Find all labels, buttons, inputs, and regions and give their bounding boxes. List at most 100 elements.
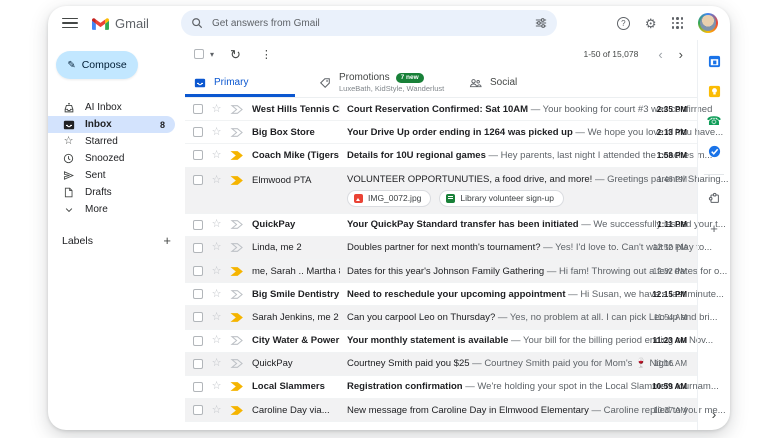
email-row[interactable]: ☆ Sarah Jenkins, me 2 Can you carpool Le… [185, 306, 697, 329]
star-icon[interactable]: ☆ [210, 175, 223, 186]
row-checkbox[interactable] [193, 175, 203, 185]
importance-marker[interactable] [230, 127, 245, 138]
email-row[interactable]: ☆ West Hills Tennis Club Court Reservati… [185, 98, 697, 121]
gear-icon[interactable]: ⚙ [645, 17, 657, 30]
email-row[interactable]: ☆ Coach Mike (Tigers SC) Details for 10U… [185, 144, 697, 167]
star-icon[interactable]: ☆ [210, 266, 223, 277]
importance-marker[interactable] [230, 150, 245, 161]
star-icon[interactable]: ☆ [210, 127, 223, 138]
star-icon[interactable]: ☆ [210, 104, 223, 115]
email-time: 12:15 PM [641, 290, 687, 299]
email-row[interactable]: ☆ me, Sarah .. Martha 8 Dates for this y… [185, 260, 697, 283]
row-checkbox[interactable] [193, 150, 203, 160]
older-page-chevron[interactable]: › [679, 48, 683, 61]
importance-marker[interactable] [230, 175, 245, 186]
tab-social[interactable]: Social [469, 68, 517, 97]
email-subject: Dates for this year's Johnson Family Gat… [347, 266, 544, 277]
email-row[interactable]: ☆ Linda, me 2 Doubles partner for next m… [185, 237, 697, 260]
row-checkbox[interactable] [193, 312, 203, 322]
email-list-pane: ▾ ↻ ⋮ 1-50 of 15,078 ‹ › Primary Promoti… [185, 40, 697, 430]
expand-chevron-icon[interactable]: › [698, 406, 730, 422]
apps-grid-icon[interactable] [672, 17, 684, 29]
star-icon[interactable]: ☆ [210, 242, 223, 253]
email-row[interactable]: ☆ QuickPay Your QuickPay Standard transf… [185, 214, 697, 237]
row-checkbox[interactable] [193, 220, 203, 230]
star-icon[interactable]: ☆ [210, 405, 223, 416]
importance-marker[interactable] [230, 358, 245, 369]
tune-icon[interactable] [535, 17, 547, 29]
select-caret-icon[interactable]: ▾ [210, 50, 214, 59]
row-checkbox[interactable] [193, 382, 203, 392]
importance-marker[interactable] [230, 242, 245, 253]
sidebar-item-drafts[interactable]: Drafts [48, 184, 175, 201]
help-icon[interactable]: ? [617, 17, 630, 30]
sidebar-item-more[interactable]: More [48, 201, 175, 218]
avatar[interactable] [698, 13, 718, 33]
email-row[interactable]: ☆ Big Smile Dentistry Need to reschedule… [185, 283, 697, 306]
topbar-actions: ? ⚙ [617, 13, 718, 33]
row-checkbox[interactable] [193, 359, 203, 369]
attachment-chip[interactable]: Library volunteer sign-up [439, 190, 564, 207]
pencil-icon: ✎ [67, 60, 75, 71]
add-label-button[interactable]: + [163, 234, 171, 247]
importance-marker[interactable] [230, 266, 245, 277]
importance-marker[interactable] [230, 104, 245, 115]
calendar-icon[interactable] [707, 54, 721, 68]
email-row[interactable]: ☆ Local Slammers Registration confirmati… [185, 376, 697, 399]
tag-icon [319, 77, 331, 89]
row-checkbox[interactable] [193, 127, 203, 137]
star-icon[interactable]: ☆ [210, 312, 223, 323]
tab-primary[interactable]: Primary [185, 68, 295, 97]
star-icon[interactable]: ☆ [210, 335, 223, 346]
row-checkbox[interactable] [193, 104, 203, 114]
more-vert-icon[interactable]: ⋮ [261, 48, 272, 61]
attachment-chip[interactable]: IMG_0072.jpg [347, 190, 431, 207]
newer-page-chevron[interactable]: ‹ [658, 48, 662, 61]
email-sender: Linda, me 2 [252, 242, 340, 253]
star-icon[interactable]: ☆ [210, 219, 223, 230]
sidebar-item-inbox[interactable]: Inbox 8 [48, 116, 175, 133]
voice-icon[interactable]: ☎ [707, 114, 721, 128]
refresh-icon[interactable]: ↻ [230, 48, 241, 61]
sidebar-item-starred[interactable]: ☆ Starred [48, 133, 175, 150]
row-checkbox[interactable] [193, 243, 203, 253]
importance-marker[interactable] [230, 335, 245, 346]
email-row[interactable]: ☆ QuickPay Courtney Smith paid you $25 —… [185, 353, 697, 376]
star-icon[interactable]: ☆ [210, 289, 223, 300]
email-subject: Doubles partner for next month's tournam… [347, 242, 541, 253]
addons-puzzle-icon[interactable] [707, 191, 721, 205]
row-checkbox[interactable] [193, 266, 203, 276]
email-time: 11:16 AM [641, 359, 687, 368]
email-row[interactable]: ☆ Caroline Day via... New message from C… [185, 399, 697, 422]
hamburger-icon[interactable] [62, 18, 78, 29]
row-checkbox[interactable] [193, 405, 203, 415]
search-input[interactable]: Get answers from Gmail [181, 10, 557, 36]
email-row[interactable]: ☆ Big Box Store Your Drive Up order endi… [185, 121, 697, 144]
importance-marker[interactable] [230, 312, 245, 323]
tasks-icon[interactable] [707, 144, 721, 158]
tab-promotions[interactable]: Promotions 7 new LuxeBath, KidStyle, Wan… [319, 68, 461, 97]
star-icon[interactable]: ☆ [210, 358, 223, 369]
importance-marker[interactable] [230, 289, 245, 300]
importance-marker[interactable] [230, 405, 245, 416]
email-row[interactable]: ☆ City Water & Power Your monthly statem… [185, 330, 697, 353]
row-checkbox[interactable] [193, 289, 203, 299]
keep-icon[interactable] [707, 84, 721, 98]
sidebar-item-snoozed[interactable]: Snoozed [48, 150, 175, 167]
star-icon[interactable]: ☆ [210, 150, 223, 161]
email-subject: Can you carpool Leo on Thursday? [347, 312, 495, 323]
get-addons-plus-icon[interactable]: + [707, 221, 721, 235]
row-checkbox[interactable] [193, 336, 203, 346]
email-row[interactable]: ☆ Elmwood PTA VOLUNTEER OPPORTUNUTIES, a… [185, 168, 697, 214]
sidebar-item-ai-inbox[interactable]: AI Inbox [48, 99, 175, 116]
importance-marker[interactable] [230, 219, 245, 230]
select-all-checkbox[interactable] [194, 49, 204, 59]
email-time: 1:58 PM [641, 151, 687, 160]
star-icon[interactable]: ☆ [210, 381, 223, 392]
compose-button[interactable]: ✎ Compose [56, 51, 138, 79]
importance-marker[interactable] [230, 381, 245, 392]
gmail-window: Gmail Get answers from Gmail ? ⚙ [48, 6, 730, 430]
email-time: 11:54 AM [641, 313, 687, 322]
email-sender: Coach Mike (Tigers SC) [252, 150, 340, 161]
sidebar-item-sent[interactable]: Sent [48, 167, 175, 184]
